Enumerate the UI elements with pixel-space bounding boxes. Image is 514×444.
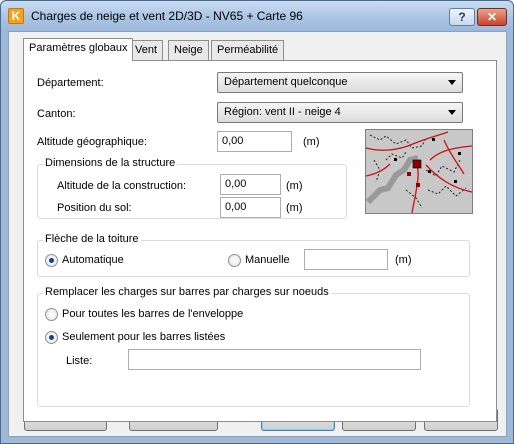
toutes-barres-radio[interactable] (45, 308, 58, 321)
departement-select[interactable]: Département quelconque (217, 72, 463, 93)
automatique-radio[interactable] (45, 254, 58, 267)
sol-position-label: Position du sol: (57, 202, 132, 214)
construction-altitude-input[interactable]: 0,00 (220, 174, 281, 195)
canton-value: Région: vent II - neige 4 (224, 106, 341, 118)
altitude-unit: (m) (303, 136, 320, 148)
help-button[interactable]: ? (449, 8, 475, 26)
liste-label: Liste: (66, 355, 93, 367)
chevron-down-icon (448, 80, 456, 85)
fleche-group-title: Flèche de la toiture (43, 233, 141, 245)
manuelle-radio[interactable] (228, 254, 241, 267)
sol-position-input[interactable]: 0,00 (220, 197, 281, 218)
departement-value: Département quelconque (224, 76, 348, 88)
manuelle-label[interactable]: Manuelle (245, 254, 290, 266)
dialog-client: Paramètres globaux Vent Neige Perméabili… (8, 31, 507, 437)
construction-altitude-label: Altitude de la construction: (57, 180, 187, 192)
canton-label: Canton: (37, 108, 76, 120)
liste-input[interactable] (128, 349, 421, 370)
tab-permeabilite[interactable]: Perméabilité (211, 40, 285, 60)
region-map[interactable] (365, 129, 473, 214)
app-logo-icon: K (8, 8, 24, 24)
toutes-barres-label[interactable]: Pour toutes les barres de l'enveloppe (62, 308, 243, 320)
departement-label: Département: (37, 77, 104, 89)
fleche-manual-input[interactable] (304, 249, 388, 270)
fleche-unit: (m) (395, 254, 412, 266)
sol-position-unit: (m) (286, 202, 303, 214)
chevron-down-icon (448, 110, 456, 115)
barres-listees-label[interactable]: Seulement pour les barres listées (62, 331, 225, 343)
construction-altitude-unit: (m) (286, 180, 303, 192)
tab-parametres-globaux[interactable]: Paramètres globaux (23, 38, 134, 61)
barres-listees-radio[interactable] (45, 331, 58, 344)
title-bar[interactable]: K Charges de neige et vent 2D/3D - NV65 … (1, 1, 513, 31)
dimensions-group-title: Dimensions de la structure (43, 157, 178, 169)
dialog-window: K Charges de neige et vent 2D/3D - NV65 … (0, 0, 514, 444)
close-button[interactable]: ✕ (477, 8, 507, 26)
window-title: Charges de neige et vent 2D/3D - NV65 + … (31, 9, 303, 23)
tab-panel: Département: Département quelconque Cant… (23, 60, 497, 422)
altitude-input[interactable]: 0,00 (217, 131, 292, 152)
tab-neige[interactable]: Neige (168, 40, 209, 60)
france-region-map-image (366, 130, 472, 213)
altitude-label: Altitude géographique: (37, 136, 148, 148)
canton-select[interactable]: Région: vent II - neige 4 (217, 102, 463, 123)
tab-vent[interactable]: Vent (129, 40, 164, 60)
automatique-label[interactable]: Automatique (62, 254, 124, 266)
remplacer-group-title: Remplacer les charges sur barres par cha… (43, 286, 331, 298)
